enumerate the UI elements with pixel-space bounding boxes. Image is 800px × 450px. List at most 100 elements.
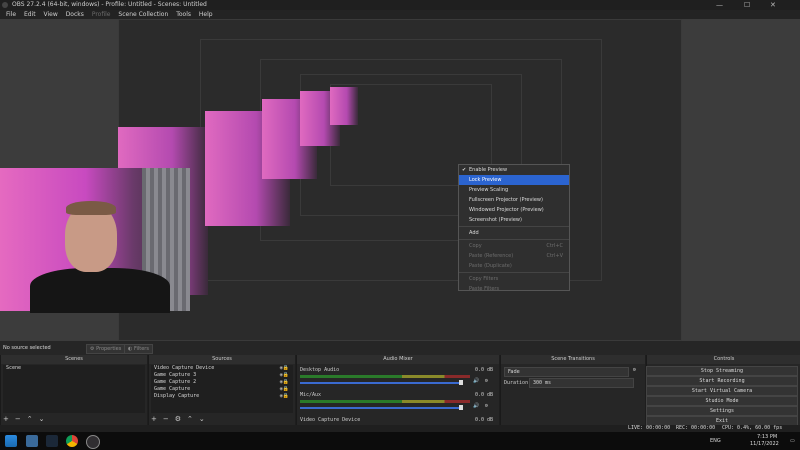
channel-name: Video Capture Device xyxy=(300,417,361,423)
menu-item-screenshot[interactable]: Screenshot (Preview) xyxy=(459,215,569,225)
notification-icon[interactable]: ▭ xyxy=(790,438,795,444)
scenes-list: Scene xyxy=(3,365,145,413)
obs-logo-icon xyxy=(2,2,8,8)
move-up-button[interactable]: ⌃ xyxy=(187,415,193,423)
source-item[interactable]: Video Capture Device ◉🔒 xyxy=(151,365,293,372)
volume-knob[interactable] xyxy=(459,380,463,385)
speaker-icon[interactable]: 🔊 xyxy=(473,403,479,409)
remove-scene-button[interactable]: − xyxy=(15,415,21,423)
transition-select[interactable]: Fade xyxy=(504,367,629,377)
menu-separator xyxy=(459,239,569,240)
volume-slider[interactable] xyxy=(300,382,460,384)
filters-button[interactable]: ◐ Filters xyxy=(124,344,153,354)
menu-item-add[interactable]: Add xyxy=(459,228,569,238)
gear-icon[interactable]: ⚙ xyxy=(633,367,636,373)
menu-docks[interactable]: Docks xyxy=(66,11,84,18)
tray-language[interactable]: ENG xyxy=(710,438,721,444)
menu-bar: File Edit View Docks Profile Scene Colle… xyxy=(0,10,800,19)
duration-input[interactable]: 300 ms xyxy=(529,378,634,388)
start-virtual-camera-button[interactable]: Start Virtual Camera xyxy=(646,386,798,396)
source-item[interactable]: Game Capture ◉🔒 xyxy=(151,386,293,393)
source-settings-button[interactable]: ⚙ xyxy=(175,415,181,423)
maximize-button[interactable]: ☐ xyxy=(744,0,750,10)
channel-db: 0.0 dB xyxy=(475,367,494,373)
volume-slider[interactable] xyxy=(300,407,460,409)
app-icon[interactable] xyxy=(26,435,38,447)
source-item[interactable]: Game Capture 3 ◉🔒 xyxy=(151,372,293,379)
eye-icon[interactable]: ◉🔒 xyxy=(280,393,289,400)
settings-button[interactable]: Settings xyxy=(646,406,798,416)
menu-item-preview-scaling[interactable]: Preview Scaling xyxy=(459,185,569,195)
stop-streaming-button[interactable]: Stop Streaming xyxy=(646,366,798,376)
tray-date[interactable]: 11/17/2022 xyxy=(750,441,779,447)
controls-title: Controls xyxy=(647,355,800,364)
nested-webcam xyxy=(330,87,358,125)
menu-item-fullscreen-projector[interactable]: Fullscreen Projector (Preview) xyxy=(459,195,569,205)
move-down-button[interactable]: ⌄ xyxy=(199,415,205,423)
menu-profile[interactable]: Profile xyxy=(92,11,111,18)
audio-mixer-title: Audio Mixer xyxy=(297,355,499,364)
remove-source-button[interactable]: − xyxy=(163,415,169,423)
windows-taskbar: ENG 7:13 PM 11/17/2022 ▭ xyxy=(0,432,800,450)
eye-icon[interactable]: ◉🔒 xyxy=(280,372,289,379)
sources-toolbar: + − ⚙ ⌃ ⌄ xyxy=(151,414,211,425)
tray-time[interactable]: 7:13 PM xyxy=(757,434,777,440)
studio-mode-button[interactable]: Studio Mode xyxy=(646,396,798,406)
close-button[interactable]: ✕ xyxy=(770,0,776,10)
steam-icon[interactable] xyxy=(46,435,58,447)
check-icon: ✔ xyxy=(462,167,467,173)
start-recording-button[interactable]: Start Recording xyxy=(646,376,798,386)
eye-icon[interactable]: ◉🔒 xyxy=(280,365,289,372)
title-bar: OBS 27.2.4 (64-bit, windows) - Profile: … xyxy=(0,0,800,10)
sources-list: Video Capture Device ◉🔒 Game Capture 3 ◉🔒 … xyxy=(151,365,293,413)
scene-item[interactable]: Scene xyxy=(3,365,145,372)
eye-icon[interactable]: ◉🔒 xyxy=(280,379,289,386)
menu-scene-collection[interactable]: Scene Collection xyxy=(118,11,168,18)
preview-canvas[interactable]: ✔ Enable Preview Lock Preview Preview Sca… xyxy=(0,19,800,341)
gear-icon[interactable]: ⚙ xyxy=(485,403,488,409)
speaker-icon[interactable]: 🔊 xyxy=(473,378,479,384)
volume-meter xyxy=(300,375,470,378)
person-hair xyxy=(66,201,116,215)
menu-separator xyxy=(459,272,569,273)
volume-knob[interactable] xyxy=(459,405,463,410)
preview-context-menu: ✔ Enable Preview Lock Preview Preview Sca… xyxy=(458,164,570,292)
chrome-icon[interactable] xyxy=(66,435,78,447)
menu-item-windowed-projector[interactable]: Windowed Projector (Preview) xyxy=(459,205,569,215)
sources-dock-title: Sources xyxy=(149,355,295,364)
menu-view[interactable]: View xyxy=(44,11,58,18)
menu-item-paste-reference: Paste (Reference) Ctrl+V xyxy=(469,253,563,259)
minimize-button[interactable]: — xyxy=(716,0,723,10)
rec-status: REC: 00:00:00 xyxy=(676,425,716,431)
source-toolbar: No source selected ⚙ Properties ◐ Filter… xyxy=(0,341,800,355)
menu-tools[interactable]: Tools xyxy=(176,11,191,18)
source-item[interactable]: Display Capture ◉🔒 xyxy=(151,393,293,400)
scene-transitions-title: Scene Transitions xyxy=(501,355,645,364)
menu-item-enable-preview[interactable]: ✔ Enable Preview xyxy=(459,165,569,175)
menu-help[interactable]: Help xyxy=(199,11,213,18)
menu-separator xyxy=(459,226,569,227)
properties-button[interactable]: ⚙ Properties xyxy=(86,344,126,354)
source-item[interactable]: Game Capture 2 ◉🔒 xyxy=(151,379,293,386)
add-scene-button[interactable]: + xyxy=(3,415,9,423)
scene-transitions-dock: Scene Transitions Fade ⚙ Duration 300 ms xyxy=(500,355,645,425)
channel-name: Mic/Aux xyxy=(300,392,322,398)
scenes-dock-title: Scenes xyxy=(1,355,147,364)
eye-icon[interactable]: ◉🔒 xyxy=(280,386,289,393)
duration-label: Duration xyxy=(504,380,529,386)
menu-file[interactable]: File xyxy=(6,11,16,18)
menu-item-copy: Copy Ctrl+C xyxy=(469,243,563,249)
menu-edit[interactable]: Edit xyxy=(24,11,36,18)
move-down-button[interactable]: ⌄ xyxy=(39,415,45,423)
windows-start-icon[interactable] xyxy=(5,435,17,447)
move-up-button[interactable]: ⌃ xyxy=(27,415,33,423)
webcam-source[interactable] xyxy=(0,168,190,313)
add-source-button[interactable]: + xyxy=(151,415,157,423)
channel-db: 0.0 dB xyxy=(475,392,494,398)
menu-item-lock-preview[interactable]: Lock Preview xyxy=(459,175,569,185)
person-shirt xyxy=(30,268,170,313)
scenes-toolbar: + − ⌃ ⌄ xyxy=(3,414,51,425)
obs-icon[interactable] xyxy=(86,435,100,449)
gear-icon[interactable]: ⚙ xyxy=(485,378,488,384)
menu-item-paste-filters: Paste Filters xyxy=(469,286,500,292)
